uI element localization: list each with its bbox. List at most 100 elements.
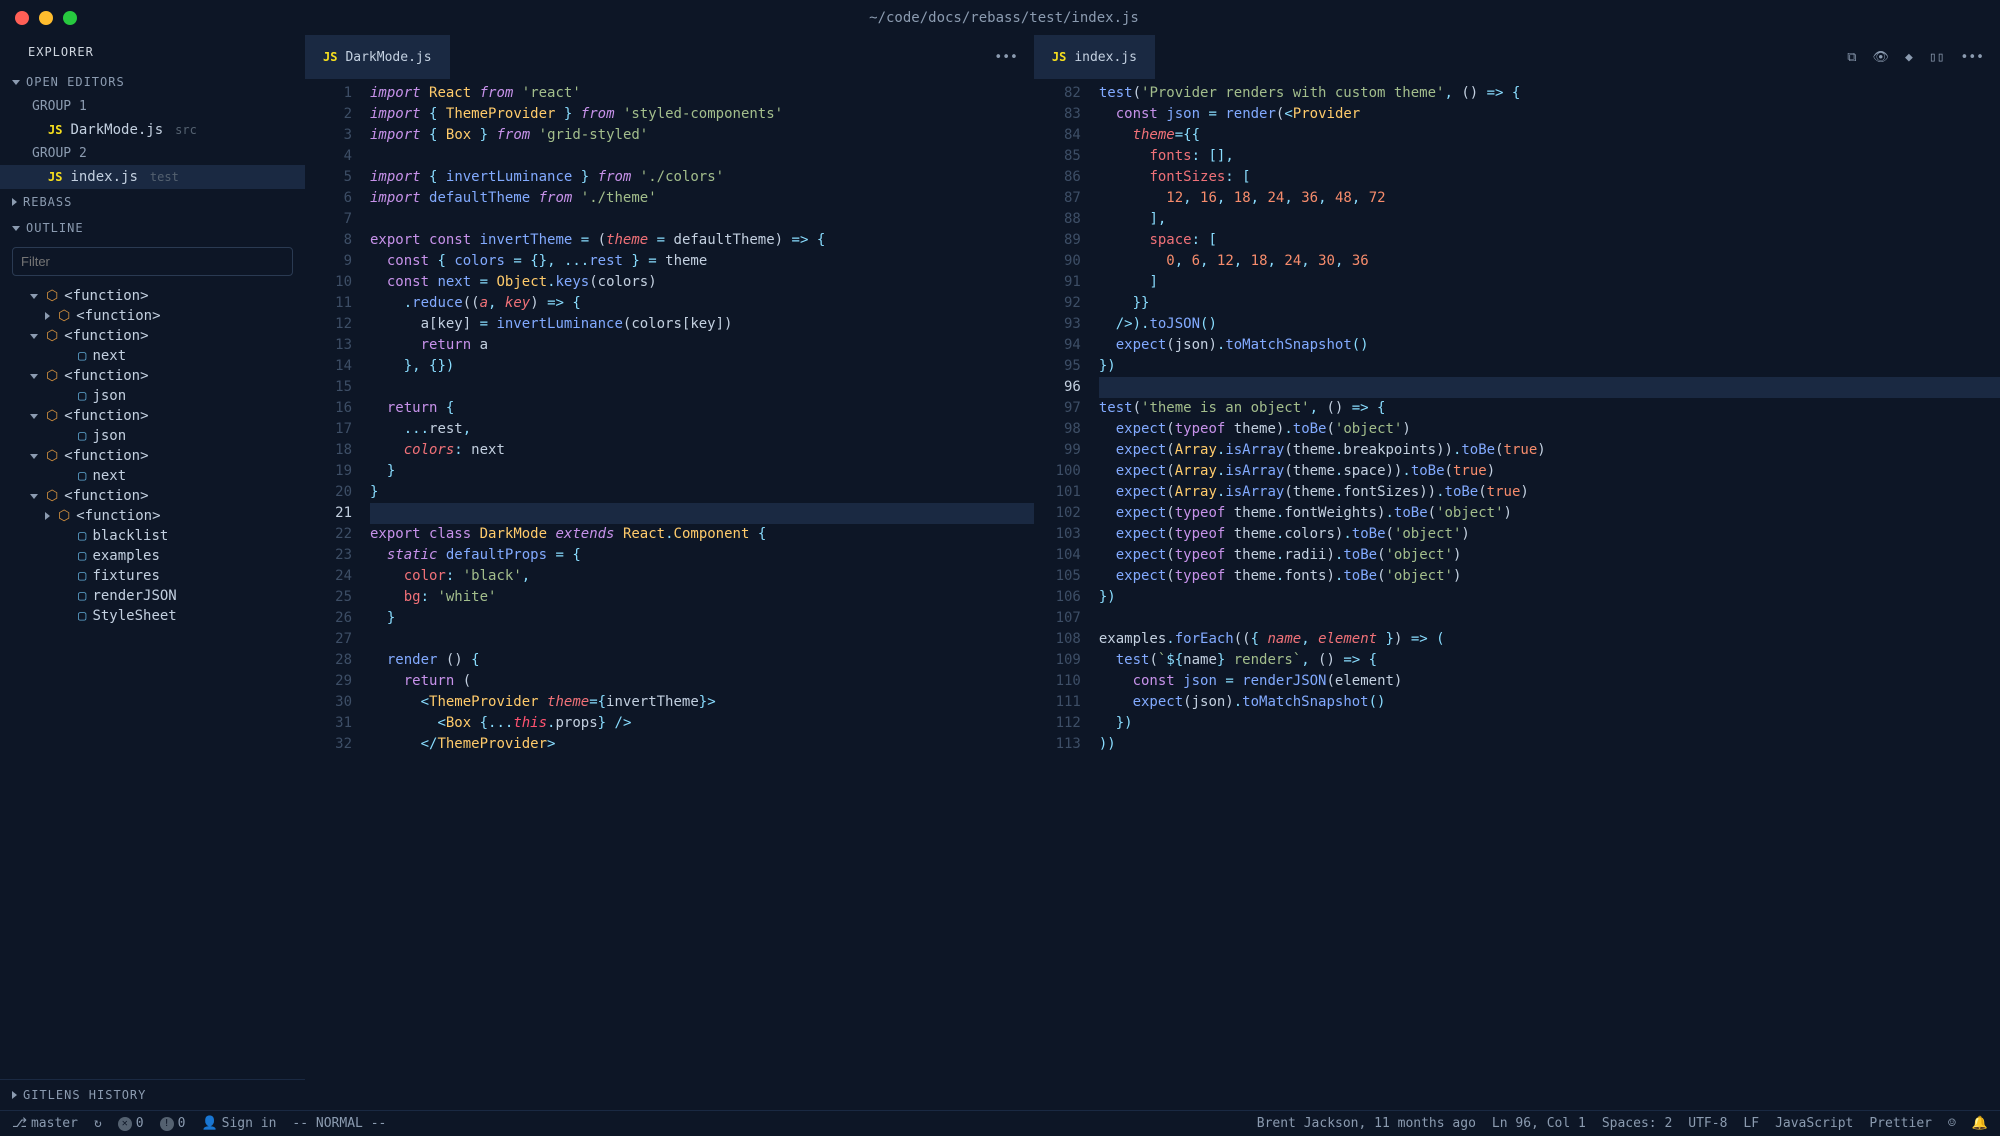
outline-item[interactable]: ⬡<function>	[0, 486, 305, 506]
indentation[interactable]: Spaces: 2	[1602, 1116, 1672, 1131]
outline-item-label: <function>	[76, 508, 160, 524]
rebass-header[interactable]: REBASS	[0, 189, 305, 215]
variable-icon: ▢	[78, 468, 86, 484]
outline-item[interactable]: ▢ next	[0, 466, 305, 486]
error-icon: ✕	[118, 1117, 132, 1131]
window-title: ~/code/docs/rebass/test/index.js	[77, 10, 1931, 26]
explorer-header[interactable]: EXPLORER	[0, 35, 305, 69]
language-mode[interactable]: JavaScript	[1775, 1116, 1853, 1131]
rebass-label: REBASS	[23, 195, 72, 209]
file-folder: test	[150, 170, 179, 184]
variable-icon: ▢	[78, 608, 86, 624]
problems-warnings[interactable]: !0	[160, 1116, 186, 1131]
outline-item[interactable]: ▢fixtures	[0, 566, 305, 586]
explorer-label: EXPLORER	[28, 45, 94, 59]
outline-item[interactable]: ⬡<function>	[0, 286, 305, 306]
close-window-button[interactable]	[15, 11, 29, 25]
chevron-right-icon	[12, 198, 17, 206]
formatter[interactable]: Prettier	[1869, 1116, 1932, 1131]
function-icon: ⬡	[58, 508, 70, 524]
outline-item-label: renderJSON	[92, 588, 176, 604]
tabbar-left: JS DarkMode.js •••	[305, 35, 1034, 79]
minimize-window-button[interactable]	[39, 11, 53, 25]
chevron-down-icon	[30, 294, 38, 299]
outline-item[interactable]: ⬡<function>	[0, 366, 305, 386]
tabbar-right: JS index.js ⧉ 👁 ◆ ▯▯ •••	[1034, 35, 2000, 79]
outline-label: OUTLINE	[26, 221, 84, 235]
outline-item[interactable]: ▢json	[0, 386, 305, 406]
outline-item[interactable]: ▢ blacklist	[0, 526, 305, 546]
titlebar: ~/code/docs/rebass/test/index.js	[0, 0, 2000, 35]
outline-item[interactable]: ⬡<function>	[0, 306, 305, 326]
notifications-icon[interactable]: 🔔	[1972, 1116, 1988, 1131]
variable-icon: ▢	[78, 588, 86, 604]
git-branch[interactable]: master	[12, 1116, 78, 1131]
outline-item[interactable]: ▢json	[0, 426, 305, 446]
open-editor-darkmode[interactable]: JS DarkMode.js src	[0, 118, 305, 142]
code-area-left[interactable]: 1234567891011121314151617181920212223242…	[305, 79, 1034, 1110]
editor-pane-left: JS DarkMode.js ••• 123456789101112131415…	[305, 35, 1034, 1110]
tab-label: DarkMode.js	[345, 50, 431, 65]
js-file-icon: JS	[48, 170, 62, 184]
outline-item-label: <function>	[64, 328, 148, 344]
outline-item-label: <function>	[64, 448, 148, 464]
variable-icon: ▢	[78, 528, 86, 544]
sync-button[interactable]: ↻	[94, 1116, 102, 1131]
variable-icon: ▢	[78, 348, 86, 364]
outline-header[interactable]: OUTLINE	[0, 215, 305, 241]
outline-item[interactable]: ⬡ <function>	[0, 446, 305, 466]
js-file-icon: JS	[323, 50, 337, 64]
function-icon: ⬡	[46, 448, 58, 464]
git-blame[interactable]: Brent Jackson, 11 months ago	[1257, 1116, 1476, 1131]
file-name: index.js	[70, 169, 137, 185]
editors: JS DarkMode.js ••• 123456789101112131415…	[305, 35, 2000, 1110]
tab-darkmode[interactable]: JS DarkMode.js	[305, 35, 451, 79]
outline-item-label: <function>	[64, 488, 148, 504]
compare-changes-icon[interactable]: ⧉	[1847, 50, 1856, 65]
editor-group-2-label: GROUP 2	[0, 142, 305, 165]
tab-index[interactable]: JS index.js	[1034, 35, 1156, 79]
cursor-position[interactable]: Ln 96, Col 1	[1492, 1116, 1586, 1131]
sidebar: EXPLORER OPEN EDITORS GROUP 1 JS DarkMod…	[0, 35, 305, 1110]
outline-item[interactable]: ▢next	[0, 346, 305, 366]
line-gutter: 8283848586878889909192939495969798991001…	[1034, 79, 1099, 1110]
split-editor-icon[interactable]: ▯▯	[1929, 50, 1945, 65]
problems-errors[interactable]: ✕0	[118, 1116, 144, 1131]
editor-pane-right: JS index.js ⧉ 👁 ◆ ▯▯ ••• 828384858687888…	[1034, 35, 2000, 1110]
outline-item[interactable]: ⬡<function>	[0, 326, 305, 346]
encoding[interactable]: UTF-8	[1688, 1116, 1727, 1131]
outline-item-label: <function>	[64, 288, 148, 304]
outline-item[interactable]: ▢examples	[0, 546, 305, 566]
chevron-down-icon	[30, 414, 38, 419]
eol[interactable]: LF	[1743, 1116, 1759, 1131]
outline-item[interactable]: ▢StyleSheet	[0, 606, 305, 626]
outline-item-label: json	[92, 428, 126, 444]
sign-in-button[interactable]: 👤 Sign in	[201, 1116, 276, 1131]
js-file-icon: JS	[48, 123, 62, 137]
outline-item[interactable]: ▢ renderJSON	[0, 586, 305, 606]
gitlens-icon[interactable]: ◆	[1905, 50, 1913, 65]
chevron-right-icon	[12, 1091, 17, 1099]
variable-icon: ▢	[78, 568, 86, 584]
outline-item-label: <function>	[64, 408, 148, 424]
more-actions-icon[interactable]: •••	[1961, 50, 1984, 65]
feedback-icon[interactable]: ☺	[1948, 1116, 1956, 1131]
function-icon: ⬡	[46, 368, 58, 384]
more-actions-icon[interactable]: •••	[994, 50, 1017, 65]
chevron-down-icon	[30, 494, 38, 499]
chevron-down-icon	[30, 454, 38, 459]
outline-item-label: blacklist	[92, 528, 168, 544]
outline-item[interactable]: ⬡ <function>	[0, 506, 305, 526]
code-area-right[interactable]: 8283848586878889909192939495969798991001…	[1034, 79, 2000, 1110]
outline-filter-input[interactable]	[12, 247, 293, 276]
chevron-right-icon	[45, 312, 50, 320]
file-folder: src	[175, 123, 197, 137]
open-editor-index[interactable]: JS index.js test	[0, 165, 305, 189]
outline-item[interactable]: ⬡<function>	[0, 406, 305, 426]
editor-group-1-label: GROUP 1	[0, 95, 305, 118]
open-editors-header[interactable]: OPEN EDITORS	[0, 69, 305, 95]
gitlens-history-header[interactable]: GITLENS HISTORY	[0, 1079, 305, 1110]
preview-icon[interactable]: 👁	[1873, 50, 1890, 65]
maximize-window-button[interactable]	[63, 11, 77, 25]
outline-item-label: next	[92, 468, 126, 484]
